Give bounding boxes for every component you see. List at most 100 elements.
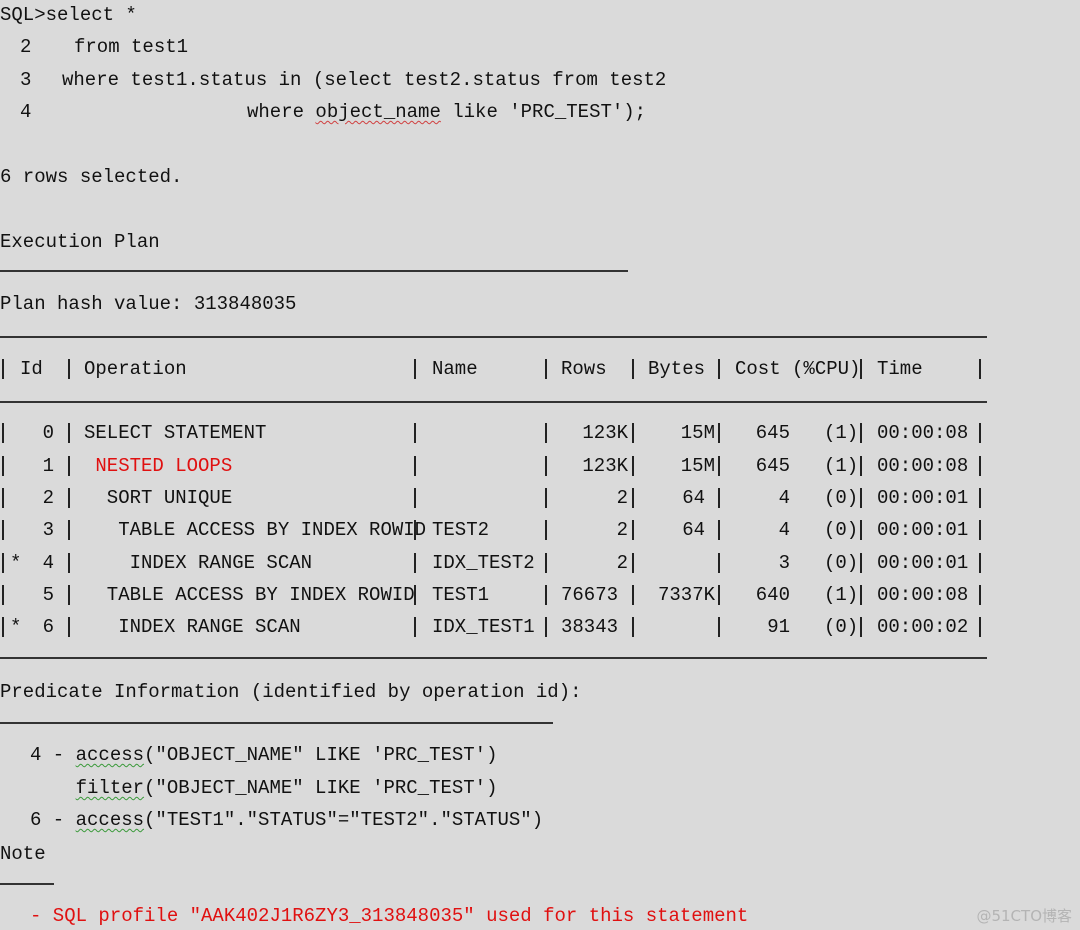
row-bytes: 15M: [680, 422, 715, 444]
column-header: Bytes: [648, 358, 706, 380]
row-name: TEST1: [432, 584, 490, 606]
row-cpu: (1): [824, 584, 859, 606]
column-separator: [979, 488, 981, 508]
query-line: from test1: [74, 36, 189, 58]
predicate-expression: ("OBJECT_NAME" LIKE 'PRC_TEST'): [144, 744, 498, 766]
column-separator: [2, 585, 4, 605]
result-message: 6 rows selected.: [0, 166, 183, 188]
column-separator: [68, 423, 70, 443]
predicate-function: access: [75, 744, 145, 766]
row-cost: 645: [755, 422, 790, 444]
column-separator: [68, 456, 70, 476]
table-header-border: [0, 401, 987, 403]
column-separator: [632, 585, 634, 605]
predicate-line: 6 - access("TEST1"."STATUS"="TEST2"."STA…: [30, 809, 543, 831]
column-separator: [545, 520, 547, 540]
row-time: 00:00:02: [877, 616, 969, 638]
predicate-expression: ("OBJECT_NAME" LIKE 'PRC_TEST'): [144, 777, 498, 799]
column-separator: [414, 423, 416, 443]
column-separator: [545, 423, 547, 443]
column-header: Time: [877, 358, 923, 380]
column-separator: [718, 359, 720, 379]
column-separator: [545, 456, 547, 476]
query-line-number: 4: [20, 101, 32, 123]
column-separator: [68, 520, 70, 540]
predicate-line: filter("OBJECT_NAME" LIKE 'PRC_TEST'): [30, 777, 498, 799]
column-separator: [2, 359, 4, 379]
query-line: where object_name like 'PRC_TEST');: [247, 101, 646, 123]
column-separator: [68, 553, 70, 573]
predicate-expression: ("TEST1"."STATUS"="TEST2"."STATUS"): [144, 809, 544, 831]
execution-plan-title: Execution Plan: [0, 231, 160, 253]
divider: [0, 883, 54, 885]
row-id: 3: [42, 519, 54, 541]
column-separator: [2, 617, 4, 637]
column-separator: [860, 488, 862, 508]
row-time: 00:00:01: [877, 519, 969, 541]
column-separator: [632, 617, 634, 637]
column-separator: [2, 488, 4, 508]
column-separator: [2, 456, 4, 476]
row-operation: TABLE ACCESS BY INDEX ROWID: [84, 584, 415, 606]
column-separator: [979, 456, 981, 476]
row-time: 00:00:08: [877, 584, 969, 606]
column-separator: [414, 456, 416, 476]
row-bytes: 15M: [680, 455, 715, 477]
predicate-function: access: [75, 809, 145, 831]
column-separator: [545, 553, 547, 573]
row-cost: 91: [767, 616, 790, 638]
column-separator: [860, 553, 862, 573]
column-separator: [632, 553, 634, 573]
column-separator: [979, 359, 981, 379]
predicate-id: [30, 777, 76, 799]
row-rows: 2: [616, 552, 628, 574]
column-header: Name: [432, 358, 478, 380]
column-separator: [545, 359, 547, 379]
row-cpu: (1): [824, 455, 859, 477]
predicate-line: 4 - access("OBJECT_NAME" LIKE 'PRC_TEST'…: [30, 744, 498, 766]
row-id: 2: [42, 487, 54, 509]
column-separator: [545, 585, 547, 605]
divider: [0, 722, 553, 724]
query-text: like 'PRC_TEST');: [440, 101, 647, 123]
column-separator: [414, 617, 416, 637]
column-header: Rows: [561, 358, 607, 380]
column-separator: [979, 585, 981, 605]
row-id: 5: [42, 584, 54, 606]
note-title: Note: [0, 843, 46, 865]
column-separator: [860, 617, 862, 637]
column-separator: [860, 423, 862, 443]
row-rows: 2: [616, 487, 628, 509]
column-separator: [632, 359, 634, 379]
row-cpu: (0): [824, 487, 859, 509]
row-bytes: 7337K: [657, 584, 715, 606]
spellcheck-flagged-word: object_name: [315, 101, 441, 123]
column-separator: [979, 423, 981, 443]
row-cpu: (0): [824, 616, 859, 638]
column-separator: [68, 617, 70, 637]
column-separator: [979, 520, 981, 540]
row-id: 0: [42, 422, 54, 444]
row-rows: 2: [616, 519, 628, 541]
row-operation: TABLE ACCESS BY INDEX ROWID: [84, 519, 427, 541]
table-bottom-border: [0, 657, 987, 659]
row-cost: 3: [778, 552, 790, 574]
column-separator: [632, 423, 634, 443]
column-separator: [545, 488, 547, 508]
column-header: Id: [20, 358, 43, 380]
query-text: where: [247, 101, 316, 123]
row-rows: 38343: [560, 616, 618, 638]
column-separator: [2, 423, 4, 443]
row-id: 6: [42, 616, 54, 638]
row-cpu: (1): [824, 422, 859, 444]
note-text: - SQL profile "AAK402J1R6ZY3_313848035" …: [30, 905, 749, 927]
predicate-title: Predicate Information (identified by ope…: [0, 681, 582, 703]
row-bytes: 64: [682, 487, 705, 509]
sql-prompt-line: SQL>select *: [0, 4, 137, 26]
column-separator: [979, 617, 981, 637]
watermark: @51CTO博客: [976, 907, 1072, 925]
row-time: 00:00:08: [877, 422, 969, 444]
query-line: where test1.status in (select test2.stat…: [62, 69, 667, 91]
row-name: IDX_TEST1: [432, 616, 535, 638]
divider: [0, 270, 628, 272]
